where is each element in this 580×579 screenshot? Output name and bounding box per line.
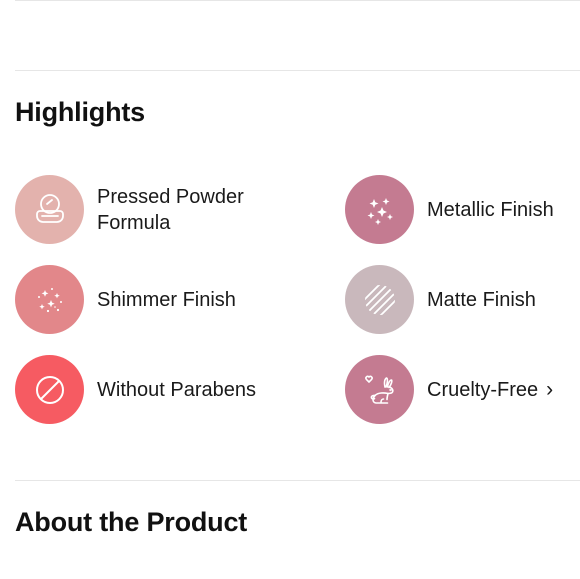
highlight-label: Shimmer Finish: [97, 288, 236, 311]
shimmer-sparkles-icon: [37, 287, 62, 312]
highlight-metallic-finish: Metallic Finish: [345, 175, 554, 244]
highlight-shimmer-finish: Shimmer Finish: [15, 265, 236, 334]
section-divider: [15, 480, 580, 481]
bunny-heart-icon: [364, 375, 394, 404]
highlight-label: Metallic Finish: [427, 198, 554, 221]
compact-powder-icon: [35, 193, 64, 223]
highlight-label: Pressed Powder Formula: [97, 185, 244, 234]
highlight-badge: [345, 265, 414, 334]
highlight-badge: [345, 175, 414, 244]
highlight-badge: [345, 355, 414, 424]
chevron-right-icon: ›: [546, 377, 554, 401]
top-divider: [15, 0, 580, 1]
highlight-label: Matte Finish: [427, 288, 536, 311]
highlight-without-parabens: Without Parabens: [15, 355, 256, 424]
about-product-heading: About the Product: [15, 507, 248, 537]
section-divider: [15, 70, 580, 71]
highlight-pressed-powder: Pressed Powder Formula: [15, 175, 244, 244]
highlight-cruelty-free-link[interactable]: Cruelty-Free ›: [345, 355, 553, 424]
highlights-heading: Highlights: [15, 97, 145, 127]
product-details-page: Highlights Pressed Powder Formula Metall…: [0, 0, 580, 579]
highlight-badge: [15, 175, 84, 244]
highlight-label: Cruelty-Free: [427, 378, 539, 401]
matte-stripes-icon: [364, 284, 395, 315]
highlight-matte-finish: Matte Finish: [345, 265, 536, 334]
prohibited-icon: [35, 375, 64, 404]
highlight-badge: [15, 355, 84, 424]
highlight-badge: [15, 265, 84, 334]
highlight-label: Without Parabens: [97, 378, 256, 401]
sparkles-icon: [367, 197, 393, 225]
